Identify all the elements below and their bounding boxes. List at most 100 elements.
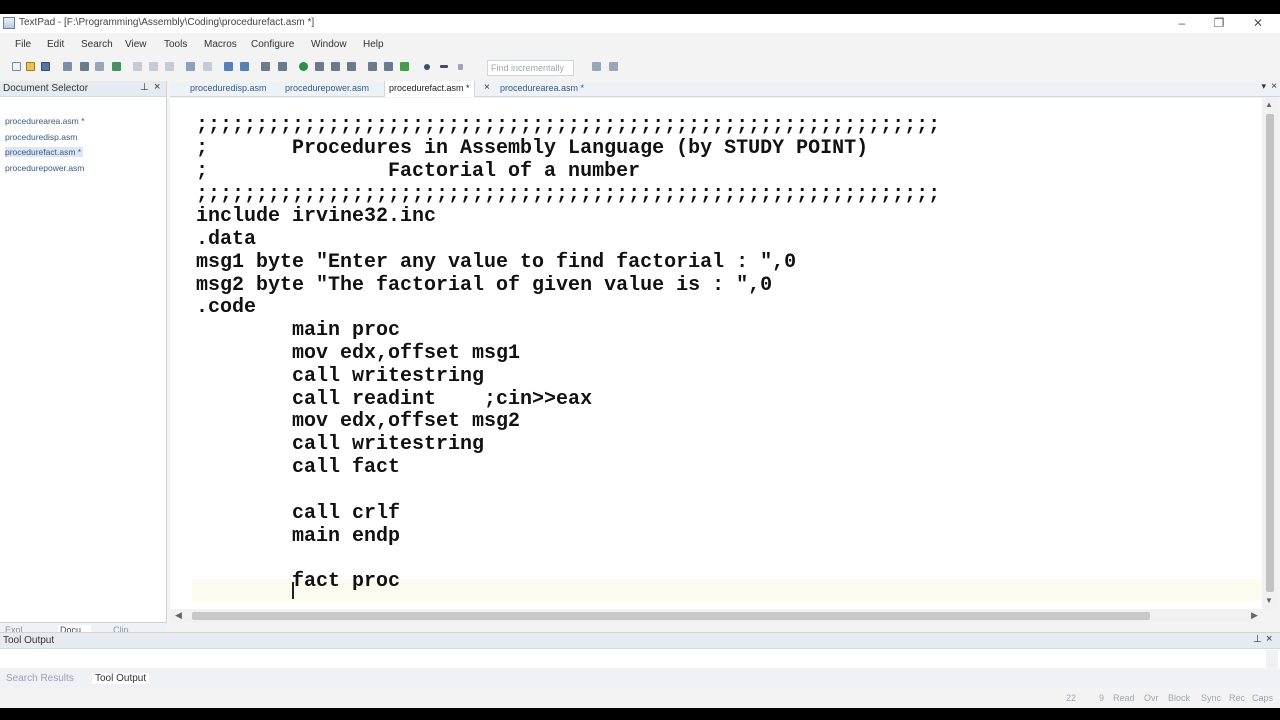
- status-overwrite-flag: Ovr: [1144, 693, 1159, 703]
- vertical-scrollbar[interactable]: ▲ ▼: [1262, 98, 1278, 609]
- document-list-item-selected[interactable]: procedurefact.asm *: [5, 147, 84, 157]
- close-icon[interactable]: ×: [1266, 633, 1272, 645]
- document-list-item[interactable]: proceduredisp.asm: [5, 132, 77, 142]
- indent-icon[interactable]: [224, 62, 233, 71]
- scroll-left-arrow-icon[interactable]: ◀: [175, 610, 182, 621]
- status-line-number: 22: [1066, 693, 1077, 703]
- close-tab-icon[interactable]: ×: [484, 82, 490, 93]
- bookmark-icon[interactable]: [424, 64, 430, 70]
- menu-tools[interactable]: Tools: [164, 39, 187, 50]
- code-line: ; Procedures in Assembly Language (by ST…: [196, 137, 869, 160]
- print-preview-icon[interactable]: [95, 62, 104, 71]
- scroll-up-arrow-icon[interactable]: ▲: [1265, 100, 1273, 109]
- status-read-flag: Read: [1113, 693, 1135, 703]
- visible-spaces-icon[interactable]: [278, 62, 287, 71]
- code-line: call readint ;cin>>eax: [196, 388, 593, 411]
- file-tab-bar: proceduredisp.asm procedurepower.asm pro…: [170, 81, 1280, 97]
- menu-help[interactable]: Help: [363, 39, 384, 50]
- textpad-window: TextPad - [F:\Programming\Assembly\Codin…: [0, 14, 1280, 708]
- find-in-files-icon[interactable]: [400, 62, 409, 71]
- find-incrementally-input[interactable]: Find incrementally: [487, 60, 574, 76]
- menu-view[interactable]: View: [125, 39, 147, 50]
- horizontal-scroll-thumb[interactable]: [192, 612, 1150, 620]
- save-icon[interactable]: [41, 62, 50, 71]
- run-icon[interactable]: [299, 62, 308, 71]
- vertical-scroll-thumb[interactable]: [1266, 114, 1274, 592]
- text-cursor: [292, 582, 294, 599]
- find-options-icon[interactable]: [609, 62, 618, 71]
- word-wrap-icon[interactable]: [261, 62, 270, 71]
- copy-icon[interactable]: [149, 62, 158, 71]
- scroll-right-arrow-icon[interactable]: ▶: [1251, 610, 1258, 621]
- code-line: main proc: [196, 319, 401, 342]
- tab-list-chevron-down-icon[interactable]: ▾: [1261, 81, 1266, 92]
- paste-icon[interactable]: [165, 62, 174, 71]
- redo-icon[interactable]: [203, 62, 212, 71]
- document-selector-title: Document Selector: [3, 83, 89, 94]
- undo-icon[interactable]: [186, 62, 195, 71]
- next-bookmark-icon[interactable]: [440, 65, 448, 68]
- close-icon[interactable]: ×: [154, 81, 160, 93]
- code-line: main endp: [196, 525, 401, 548]
- document-selector-panel: Document Selector ⊥ × procedurearea.asm …: [0, 81, 167, 623]
- status-bar: 22 9 Read Ovr Block Sync Rec Caps: [0, 688, 1280, 708]
- scroll-down-arrow-icon[interactable]: ▼: [1265, 596, 1273, 605]
- maximize-button[interactable]: ❐: [1200, 14, 1238, 33]
- find-next-icon[interactable]: [592, 62, 601, 71]
- replace-icon[interactable]: [384, 62, 393, 71]
- document-list-item[interactable]: procedurepower.asm: [5, 163, 84, 173]
- minimize-button[interactable]: –: [1163, 14, 1201, 33]
- unindent-icon[interactable]: [240, 62, 249, 71]
- tab-proceduredisp[interactable]: proceduredisp.asm: [190, 83, 267, 93]
- code-line: call writestring: [196, 365, 485, 388]
- search-results-tab[interactable]: Search Results: [6, 673, 74, 684]
- open-folder-icon[interactable]: [26, 62, 35, 71]
- tab-procedurepower[interactable]: procedurepower.asm: [285, 83, 369, 93]
- close-button[interactable]: ✕: [1239, 14, 1277, 33]
- spell-check-icon[interactable]: [112, 62, 121, 71]
- code-editor[interactable]: ;;;;;;;;;;;;;;;;;;;;;;;;;;;;;;;;;;;;;;;;…: [170, 98, 1262, 609]
- menu-edit[interactable]: Edit: [47, 39, 64, 50]
- toolbar-overflow-icon[interactable]: [458, 64, 463, 70]
- tool-icon[interactable]: [347, 62, 356, 71]
- code-line: ;;;;;;;;;;;;;;;;;;;;;;;;;;;;;;;;;;;;;;;;…: [196, 183, 941, 206]
- close-document-icon[interactable]: ×: [1271, 81, 1277, 92]
- code-line: .data: [196, 228, 257, 251]
- pin-icon[interactable]: ⊥: [1253, 634, 1262, 645]
- tool-output-panel: Tool Output ⊥ ×: [0, 632, 1280, 668]
- menu-bar: File Edit Search View Tools Macros Confi…: [0, 37, 1280, 54]
- menu-file[interactable]: File: [15, 39, 31, 50]
- toolbar: Find incrementally: [0, 57, 1280, 79]
- tab-procedurefact[interactable]: procedurefact.asm *: [384, 81, 475, 97]
- window-title: TextPad - [F:\Programming\Assembly\Codin…: [19, 17, 315, 28]
- save-all-icon[interactable]: [63, 62, 72, 71]
- code-line: include irvine32.inc: [196, 205, 437, 228]
- code-line: msg2 byte "The factorial of given value …: [196, 274, 773, 297]
- sort-icon[interactable]: [331, 62, 340, 71]
- tool-output-title: Tool Output: [3, 635, 55, 646]
- print-icon[interactable]: [80, 62, 89, 71]
- tab-procedurearea[interactable]: procedurearea.asm *: [500, 83, 584, 93]
- output-tabs: Search Results Tool Output: [0, 670, 1280, 688]
- find-icon[interactable]: [368, 62, 377, 71]
- document-list-item[interactable]: procedurearea.asm *: [5, 116, 84, 126]
- code-line: mov edx,offset msg2: [196, 410, 521, 433]
- new-file-icon[interactable]: [12, 62, 21, 71]
- tool-output-tab[interactable]: Tool Output: [92, 673, 150, 684]
- cut-icon[interactable]: [133, 62, 142, 71]
- document-selector-header: Document Selector ⊥ ×: [0, 81, 166, 97]
- menu-configure[interactable]: Configure: [251, 39, 294, 50]
- status-column-number: 9: [1099, 693, 1105, 703]
- horizontal-scrollbar[interactable]: ◀ ▶: [170, 609, 1262, 623]
- status-sync-flag: Sync: [1201, 693, 1222, 703]
- menu-window[interactable]: Window: [311, 39, 347, 50]
- code-line: ; Factorial of a number: [196, 160, 641, 183]
- code-line: fact proc: [196, 570, 401, 593]
- pin-icon[interactable]: ⊥: [140, 82, 149, 93]
- code-line: call crlf: [196, 502, 401, 525]
- compare-icon[interactable]: [315, 62, 324, 71]
- tool-output-scrollbar[interactable]: [1266, 650, 1278, 668]
- menu-search[interactable]: Search: [81, 39, 113, 50]
- code-line: .code: [196, 296, 257, 319]
- menu-macros[interactable]: Macros: [204, 39, 237, 50]
